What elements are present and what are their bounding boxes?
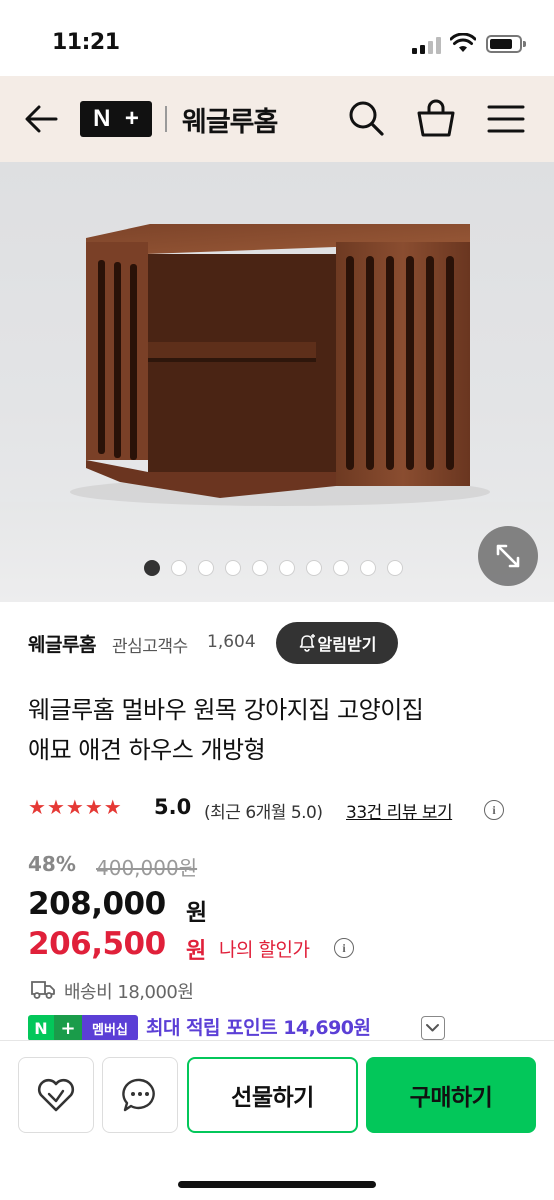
chat-bubble-icon <box>122 1078 155 1112</box>
expand-image-button[interactable] <box>478 526 538 586</box>
sale-price-unit: 원 <box>186 900 208 926</box>
notify-label: 알림받기 <box>317 635 377 654</box>
buy-button[interactable]: 구매하기 <box>366 1057 536 1133</box>
rating-value: 5.0 <box>154 795 192 819</box>
followers-label: 관심고객수 <box>112 637 188 657</box>
max-points-text: 최대 적립 포인트 14,690원 <box>146 1017 371 1039</box>
gallery-dot[interactable] <box>225 560 241 576</box>
menu-icon[interactable] <box>486 101 526 137</box>
membership-badge: N + 멤버십 <box>28 1015 138 1041</box>
battery-icon <box>486 35 526 53</box>
store-header: N + 웨글루홈 <box>0 76 554 162</box>
gift-button[interactable]: 선물하기 <box>187 1057 358 1133</box>
reviews-link[interactable]: 33건 리뷰 보기 <box>346 798 453 823</box>
gallery-dot[interactable] <box>306 560 322 576</box>
back-arrow-icon[interactable] <box>22 100 60 138</box>
sale-price: 208,000 <box>28 886 166 922</box>
talk-button[interactable] <box>102 1057 178 1133</box>
wooden-pet-house-image <box>70 224 490 506</box>
product-title-line2: 애묘 애견 하우스 개방형 <box>28 736 266 764</box>
product-title-line1: 웨글루홈 멀바우 원목 강아지집 고양이집 <box>28 696 424 724</box>
gallery-dot[interactable] <box>279 560 295 576</box>
badge-plus: + <box>54 1015 82 1041</box>
gallery-dot[interactable] <box>387 560 403 576</box>
rating-recent: (최근 6개월 5.0) <box>204 803 323 823</box>
naver-plus-logo[interactable]: N + <box>80 101 152 137</box>
status-time: 11:21 <box>52 30 120 55</box>
signal-icon <box>412 36 442 54</box>
logo-n: N <box>93 105 111 132</box>
chevron-down-icon <box>426 1024 439 1032</box>
gallery-dot[interactable] <box>198 560 214 576</box>
my-discount-price-unit: 원 <box>186 939 207 964</box>
points-expand-button[interactable] <box>421 1016 445 1040</box>
shipping-fee: 배송비 18,000원 <box>64 982 194 1003</box>
gallery-dot[interactable] <box>360 560 376 576</box>
truck-icon <box>31 981 55 999</box>
gallery-dot[interactable] <box>333 560 349 576</box>
gallery-dot[interactable] <box>171 560 187 576</box>
star-icon: ★ <box>84 795 103 819</box>
discount-rate: 48% <box>28 852 76 876</box>
bell-plus-icon <box>299 634 315 652</box>
star-icon: ★ <box>46 795 65 819</box>
bottom-action-bar: 선물하기 구매하기 <box>0 1040 554 1200</box>
heart-icon <box>37 1078 75 1112</box>
header-divider <box>165 106 167 132</box>
store-name-link[interactable]: 웨글루홈 <box>28 630 96 657</box>
star-icon: ★ <box>65 795 84 819</box>
header-store-name[interactable]: 웨글루홈 <box>182 100 278 139</box>
notify-button[interactable]: 알림받기 <box>276 622 398 664</box>
followers-count: 1,604 <box>207 632 256 652</box>
product-title: 웨글루홈 멀바우 원목 강아지집 고양이집 애묘 애견 하우스 개방형 <box>28 690 528 770</box>
rating-stars: ★ ★ ★ ★ ★ <box>28 795 122 819</box>
gallery-pagination <box>144 560 403 576</box>
badge-label: 멤버십 <box>82 1015 138 1041</box>
wifi-icon <box>450 33 476 52</box>
search-icon[interactable] <box>346 98 386 138</box>
logo-plus: + <box>124 105 139 132</box>
product-image-gallery[interactable] <box>0 162 554 602</box>
home-indicator <box>178 1181 376 1188</box>
star-icon: ★ <box>103 795 122 819</box>
star-icon: ★ <box>28 795 46 819</box>
my-discount-price: 206,500 <box>28 926 166 962</box>
shopping-bag-icon[interactable] <box>414 96 458 140</box>
gallery-dot[interactable] <box>144 560 160 576</box>
badge-n: N <box>28 1015 54 1041</box>
rating-info-icon[interactable]: i <box>484 800 504 820</box>
like-button[interactable] <box>18 1057 94 1133</box>
status-bar: 11:21 <box>0 0 554 76</box>
discount-info-icon[interactable]: i <box>334 938 354 958</box>
expand-icon <box>496 544 520 568</box>
original-price: 400,000원 <box>96 856 198 880</box>
my-discount-label: 나의 할인가 <box>219 939 310 961</box>
gallery-dot[interactable] <box>252 560 268 576</box>
